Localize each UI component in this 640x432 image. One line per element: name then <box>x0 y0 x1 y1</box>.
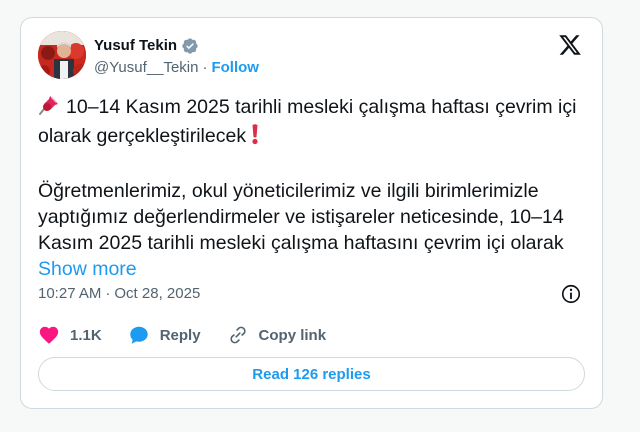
verified-badge-icon <box>181 37 199 55</box>
read-replies-button[interactable]: Read 126 replies <box>38 357 585 391</box>
pushpin-icon <box>38 94 60 123</box>
show-more-link[interactable]: Show more <box>38 258 137 280</box>
tweet-time[interactable]: 10:27 AM <box>38 284 101 304</box>
author-name[interactable]: Yusuf Tekin <box>94 36 177 56</box>
reply-bubble-icon <box>128 324 150 346</box>
action-bar: 1.1K Reply Copy link <box>38 324 352 346</box>
handle-separator: · <box>202 59 208 76</box>
info-icon[interactable] <box>560 283 582 305</box>
tweet-date[interactable]: Oct 28, 2025 <box>114 284 200 304</box>
author-handle-row: @Yusuf__Tekin · Follow <box>94 58 259 78</box>
tweet-line-1-text: 10–14 Kasım 2025 tarihli mesleki çalışma… <box>38 96 577 147</box>
like-button[interactable]: 1.1K <box>38 324 102 346</box>
exclamation-icon <box>250 123 260 152</box>
follow-button[interactable]: Follow <box>211 58 259 78</box>
link-icon <box>227 324 249 346</box>
tweet-paragraph-2-text: Öğretmenlerimiz, okul yöneticilerimiz ve… <box>38 180 564 254</box>
tweet-text: 10–14 Kasım 2025 tarihli mesleki çalışma… <box>38 94 588 282</box>
like-count: 1.1K <box>70 326 102 344</box>
author-name-row[interactable]: Yusuf Tekin <box>94 36 199 56</box>
tweet-meta[interactable]: 10:27 AM · Oct 28, 2025 <box>38 284 200 304</box>
meta-separator: · <box>105 285 111 302</box>
tweet-line-1: 10–14 Kasım 2025 tarihli mesleki çalışma… <box>38 94 588 152</box>
x-logo-icon[interactable] <box>558 33 582 57</box>
copy-link-button[interactable]: Copy link <box>227 324 327 346</box>
reply-button[interactable]: Reply <box>128 324 201 346</box>
read-replies-label: Read 126 replies <box>252 365 371 383</box>
avatar[interactable] <box>38 31 86 79</box>
reply-label: Reply <box>159 326 201 344</box>
author-handle[interactable]: @Yusuf__Tekin <box>94 58 198 78</box>
tweet-paragraph-2: Öğretmenlerimiz, okul yöneticilerimiz ve… <box>38 178 588 282</box>
copy-link-label: Copy link <box>258 326 327 344</box>
tweet-card: Yusuf Tekin @Yusuf__Tekin · Follow 10–14… <box>20 17 603 409</box>
heart-icon <box>38 324 60 346</box>
